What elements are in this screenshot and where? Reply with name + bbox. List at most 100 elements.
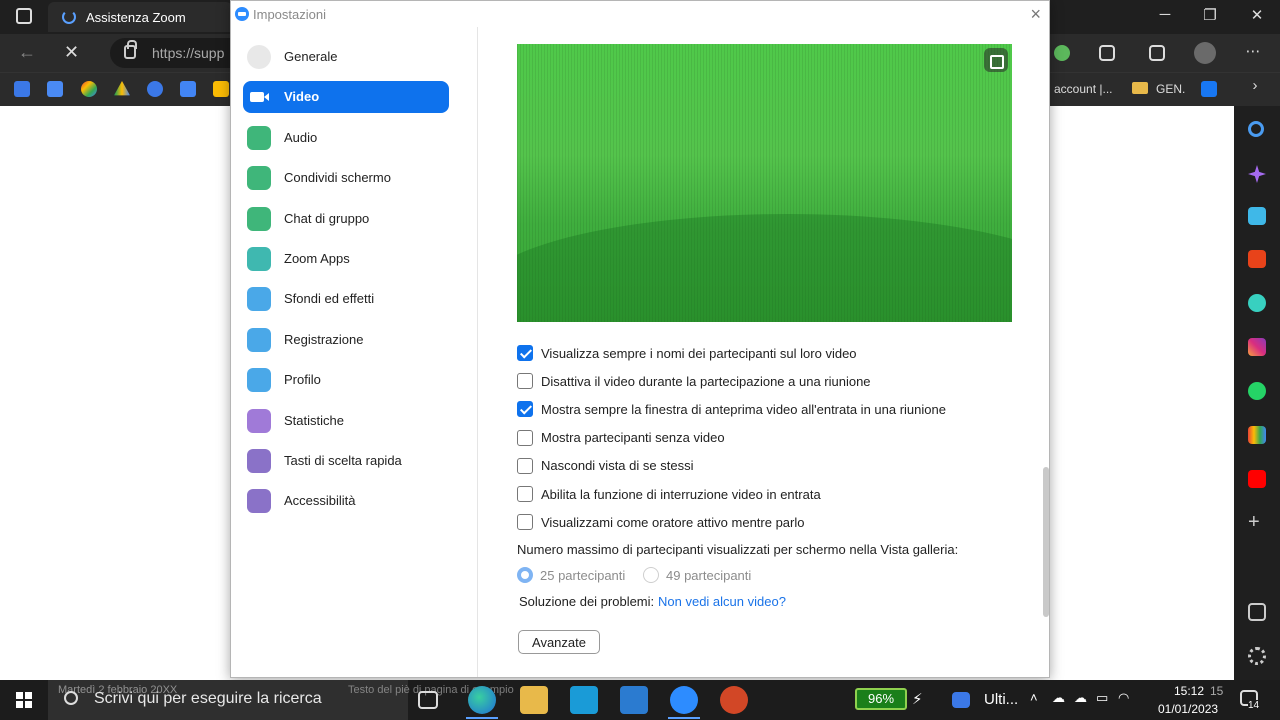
keyboard-icon — [247, 449, 271, 473]
zoom-icon[interactable] — [670, 686, 698, 714]
video-option[interactable]: Visualizza sempre i nomi dei partecipant… — [517, 343, 857, 363]
checkbox[interactable] — [517, 345, 533, 361]
record-icon — [247, 327, 271, 352]
checkbox[interactable] — [517, 401, 533, 418]
sidebar-item-zoom-apps[interactable]: Zoom Apps — [243, 243, 449, 275]
widgets-icon[interactable] — [952, 692, 970, 708]
checkbox[interactable] — [517, 457, 533, 474]
gallery-option-25[interactable]: 25 partecipanti — [517, 567, 625, 583]
more-menu-icon[interactable]: ⋯ — [1238, 42, 1268, 60]
tree-icon[interactable] — [1248, 294, 1266, 312]
browser-tab[interactable]: Assistenza Zoom — [48, 2, 232, 32]
radio-25[interactable] — [517, 567, 533, 583]
bookmark-photos-icon[interactable] — [81, 81, 97, 97]
bookmark-gen[interactable]: GEN. — [1156, 82, 1185, 96]
sidebar-item-tasti-di-scelta-rapida[interactable]: Tasti di scelta rapida — [243, 445, 449, 477]
device-icon[interactable]: ▭ — [1096, 690, 1108, 706]
battery-indicator[interactable]: 96% — [855, 688, 907, 710]
wifi-icon[interactable]: ◠ — [1118, 690, 1129, 706]
sidebar-item-statistiche[interactable]: Statistiche — [243, 405, 449, 437]
gallery-option-49[interactable]: 49 partecipanti — [643, 567, 751, 583]
sidebar-item-label: Tasti di scelta rapida — [284, 453, 402, 468]
extension-icon[interactable] — [1054, 45, 1070, 61]
video-option[interactable]: Mostra sempre la finestra di anteprima v… — [517, 399, 946, 419]
bookmark-account[interactable]: account |... — [1054, 82, 1112, 96]
powerpoint-icon[interactable] — [720, 686, 748, 714]
clock-date[interactable]: 01/01/2023 — [1158, 702, 1218, 716]
checkbox[interactable] — [517, 429, 533, 446]
video-option[interactable]: Visualizzami come oratore attivo mentre … — [517, 512, 805, 532]
instagram-icon[interactable] — [1248, 338, 1266, 356]
cloud-icon[interactable]: ☁ — [1052, 690, 1065, 706]
chevron-up-icon[interactable]: ˄ — [1030, 690, 1038, 705]
checkbox[interactable] — [517, 373, 533, 390]
weather-text[interactable]: Ulti... — [984, 691, 1018, 708]
checkbox[interactable] — [517, 514, 533, 531]
sidebar-item-audio[interactable]: Audio — [243, 122, 449, 154]
search-icon[interactable] — [1248, 121, 1264, 137]
sidebar-item-label: Condividi schermo — [284, 170, 391, 186]
settings-icon[interactable] — [1248, 647, 1266, 665]
file-explorer-icon[interactable] — [520, 686, 548, 714]
windows-start-icon[interactable] — [16, 692, 32, 708]
bookmark-google-docs-icon[interactable] — [47, 81, 63, 97]
sidebar-item-label: Audio — [284, 129, 318, 145]
taskbar-search[interactable]: Martedì 2 febbraio 20XX Scrivi qui per e… — [48, 680, 514, 720]
close-window-icon[interactable]: ✕ — [1242, 6, 1272, 24]
copilot-icon[interactable] — [1248, 165, 1266, 183]
clock-time[interactable]: 15:12 — [1174, 684, 1204, 698]
radio-49[interactable] — [643, 567, 659, 583]
bookmark-drive-icon[interactable] — [114, 81, 130, 96]
scrollbar[interactable] — [1043, 467, 1049, 617]
puzzle-icon[interactable] — [1099, 45, 1115, 61]
sidebar-item-generale[interactable]: Generale — [243, 41, 449, 73]
share-screen-icon — [247, 166, 271, 191]
sidebar-item-video[interactable]: Video — [243, 81, 449, 114]
office-icon[interactable] — [1248, 250, 1266, 268]
app-l-icon[interactable] — [570, 686, 598, 714]
minimize-icon[interactable]: ─ — [1150, 6, 1180, 23]
sidebar-item-registrazione[interactable]: Registrazione — [243, 324, 449, 356]
sidebar-item-chat-di-gruppo[interactable]: Chat di gruppo — [243, 203, 449, 235]
back-icon[interactable]: ← — [18, 42, 36, 63]
bookmark-keep-icon[interactable] — [213, 81, 229, 97]
video-option[interactable]: Disattiva il video durante la partecipaz… — [517, 371, 871, 391]
onedrive-icon[interactable]: ☁ — [1074, 690, 1087, 706]
tab-actions-icon[interactable] — [16, 8, 32, 24]
sidebar-item-profilo[interactable]: Profilo — [243, 364, 449, 396]
whatsapp-icon[interactable] — [1248, 382, 1266, 400]
extra-indicator: 15 — [1210, 684, 1224, 698]
add-icon[interactable]: + — [1248, 512, 1266, 532]
app-a-icon[interactable] — [620, 686, 648, 714]
rotate-camera-icon[interactable] — [984, 48, 1008, 72]
sidebar-item-sfondi-ed-effetti[interactable]: Sfondi ed effetti — [243, 283, 449, 315]
lock-icon — [124, 40, 137, 59]
accessibility-icon — [247, 489, 271, 514]
edge-icon[interactable] — [468, 686, 496, 714]
stop-loading-icon[interactable]: ✕ — [64, 42, 79, 63]
chevron-right-icon[interactable]: › — [1240, 77, 1270, 94]
chat-icon — [247, 206, 271, 231]
advanced-button[interactable]: Avanzate — [518, 630, 600, 654]
sidebar-item-condividi-schermo[interactable]: Condividi schermo — [243, 162, 449, 194]
bookmark-calendar-icon[interactable] — [180, 81, 196, 97]
restore-icon[interactable]: ❐ — [1195, 6, 1225, 24]
troubleshoot-link[interactable]: Non vedi alcun video? — [658, 594, 786, 609]
video-option[interactable]: Nascondi vista di se stessi — [517, 456, 693, 476]
bookmark-google-translate-icon[interactable] — [14, 81, 30, 97]
facebook-icon[interactable] — [1201, 81, 1217, 97]
youtube-icon[interactable] — [1248, 470, 1266, 488]
tools-icon[interactable] — [1248, 207, 1266, 225]
video-option[interactable]: Mostra partecipanti senza video — [517, 428, 725, 448]
split-window-icon[interactable] — [1248, 603, 1266, 621]
video-option[interactable]: Abilita la funzione di interruzione vide… — [517, 484, 821, 504]
task-view-icon[interactable] — [418, 691, 438, 709]
close-icon[interactable]: × — [1030, 4, 1041, 25]
checkbox[interactable] — [517, 486, 533, 502]
gmail-icon[interactable] — [1248, 426, 1266, 444]
url-text: https://supp — [152, 45, 225, 61]
avatar[interactable] — [1194, 42, 1216, 64]
bookmark-app-icon[interactable] — [147, 81, 163, 97]
collections-icon[interactable] — [1149, 45, 1165, 61]
sidebar-item-accessibilità[interactable]: Accessibilità — [243, 485, 449, 517]
